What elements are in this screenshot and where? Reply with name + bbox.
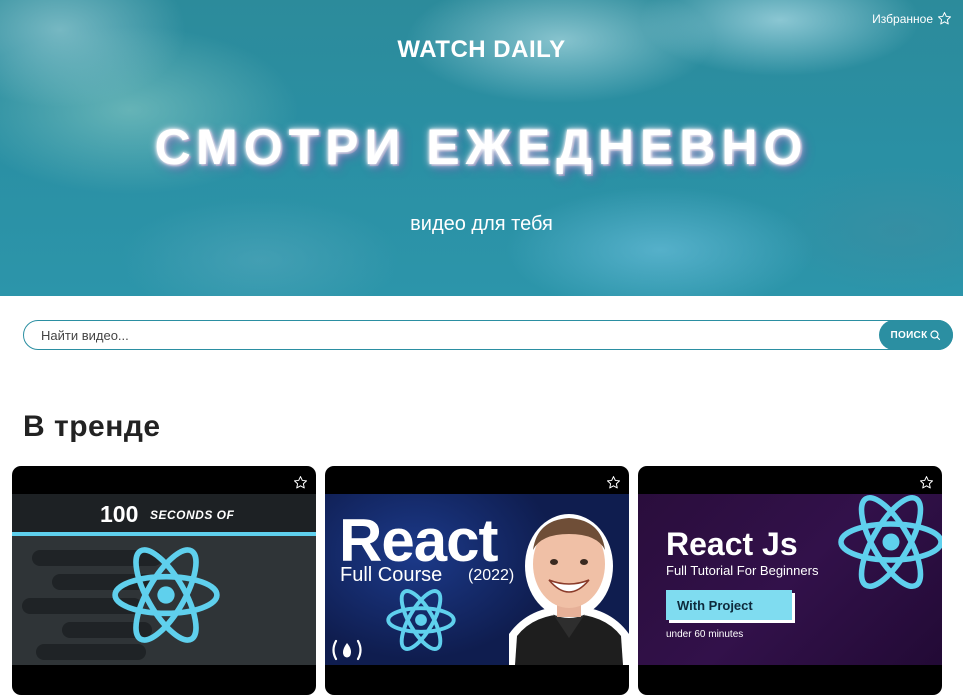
brand-logo[interactable]: WATCH DAILY: [0, 36, 963, 64]
star-icon[interactable]: [919, 475, 934, 490]
video-thumbnail[interactable]: 100 SECONDS OF: [12, 494, 316, 665]
react-logo-icon: [838, 495, 942, 589]
favorites-label: Избранное: [872, 11, 933, 26]
thumbnail-title: 100: [100, 501, 139, 527]
thumbnail-accent-line: [12, 532, 316, 536]
thumbnail-subtitle: Full Tutorial For Beginners: [666, 563, 819, 578]
video-thumbnail[interactable]: React Js Full Tutorial For Beginners Wit…: [638, 494, 942, 665]
favorites-link[interactable]: Избранное: [872, 11, 952, 26]
video-card[interactable]: React Full Course (2022): [325, 466, 629, 695]
hero-subtitle: видео для тебя: [410, 213, 553, 235]
thumbnail-subtitle: SECONDS OF: [150, 508, 235, 522]
video-thumbnail[interactable]: React Full Course (2022): [325, 494, 629, 665]
search-button-label: ПОИСК: [890, 329, 928, 341]
thumbnail-title: React Js: [666, 526, 798, 562]
freecodecamp-icon: [332, 639, 362, 661]
react-logo-icon: [386, 589, 456, 651]
section-title-trending: В тренде: [23, 410, 161, 443]
thumbnail-subtitle: Full Course: [340, 564, 443, 586]
react-logo-icon: [112, 547, 220, 643]
search-button[interactable]: ПОИСК: [879, 320, 953, 350]
video-card[interactable]: 100 SECONDS OF: [12, 466, 316, 695]
hero-banner: Избранное WATCH DAILY СМОТРИ ЕЖЕДНЕВНО в…: [0, 0, 963, 296]
video-card[interactable]: React Js Full Tutorial For Beginners Wit…: [638, 466, 942, 695]
search-icon: [930, 330, 941, 341]
thumbnail-badge: With Project: [666, 590, 792, 620]
star-icon: [938, 12, 951, 25]
star-icon[interactable]: [293, 475, 308, 490]
star-icon[interactable]: [606, 475, 621, 490]
thumbnail-caption: under 60 minutes: [666, 629, 744, 640]
thumbnail-year: (2022): [468, 567, 515, 584]
presenter-photo: [509, 514, 629, 665]
search-bar: ПОИСК: [23, 320, 953, 350]
hero-title: СМОТРИ ЕЖЕДНЕВНО: [154, 119, 809, 175]
search-input[interactable]: [24, 321, 952, 349]
